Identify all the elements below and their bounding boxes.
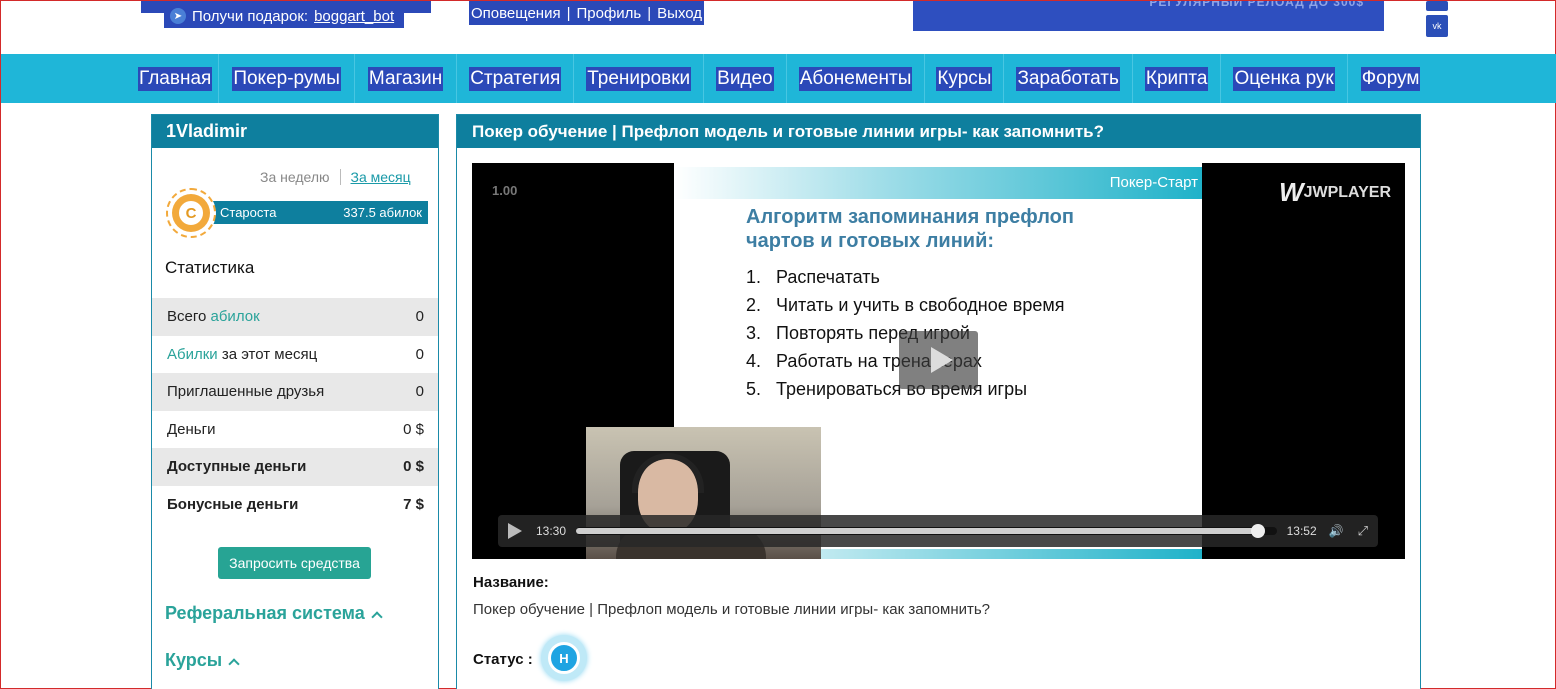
- stats-row-value: 7 $: [403, 495, 424, 513]
- nav-item[interactable]: Магазин: [355, 54, 458, 103]
- gift-bar: ➤ Получи подарок: boggart_bot: [164, 4, 404, 28]
- rank-value: 337.5 абилок: [343, 205, 422, 220]
- stats-row-label: Деньги: [167, 420, 216, 438]
- nav-item-label: Стратегия: [469, 66, 562, 91]
- stats-row: Всего абилок 0: [152, 298, 438, 336]
- stats-row-value: 0: [415, 308, 424, 326]
- elapsed-time: 13:30: [536, 524, 567, 538]
- rank-coin-icon: C: [166, 188, 216, 238]
- nav-item-label: Оценка рук: [1233, 66, 1335, 91]
- seek-handle[interactable]: [1250, 524, 1265, 538]
- nav-item[interactable]: Заработать: [1004, 54, 1133, 103]
- gift-label: Получи подарок:: [192, 7, 309, 25]
- slide-title: Алгоритм запоминания префлоп чартов и го…: [746, 206, 1074, 252]
- stats-row-label: Абилки за этот месяц: [167, 345, 318, 363]
- volume-icon[interactable]: 🔊: [1329, 524, 1344, 538]
- stats-row: Бонусные деньги 7 $: [152, 486, 438, 524]
- big-play-button[interactable]: [899, 331, 978, 389]
- stats-row-label: Приглашенные друзья: [167, 383, 325, 401]
- stats-row: Деньги 0 $: [152, 411, 438, 449]
- rank-name: Староста: [220, 205, 277, 220]
- rank-bar: Староста 337.5 абилок: [192, 201, 428, 224]
- jwplayer-icon: W: [1279, 177, 1303, 207]
- nav-item-label: Видео: [716, 66, 774, 91]
- nav-item[interactable]: Видео: [704, 54, 787, 103]
- nav-item-label: Крипта: [1144, 66, 1209, 91]
- status-label: Статус :: [473, 651, 533, 668]
- seek-progress: [576, 528, 1258, 534]
- stats-row-value: 0: [415, 383, 424, 401]
- request-funds-button[interactable]: Запросить средства: [218, 547, 371, 579]
- user-sidebar: 1Vladimir За неделю За месяц Староста 33…: [151, 114, 439, 689]
- stats-title: Статистика: [165, 258, 255, 277]
- slide-header: Покер-Старт: [1109, 174, 1198, 191]
- nav-item-label: Форум: [1360, 66, 1421, 91]
- nav-item-label: Главная: [138, 66, 213, 91]
- nav-item-label: Покер-румы: [232, 66, 341, 91]
- seek-bar[interactable]: [576, 524, 1277, 538]
- nav-item[interactable]: Тренировки: [574, 54, 705, 103]
- nav-item-label: Магазин: [367, 66, 444, 91]
- fullscreen-icon[interactable]: ⤢: [1358, 523, 1368, 539]
- nav-item[interactable]: Абонементы: [787, 54, 926, 103]
- stats-row-label: Бонусные деньги: [167, 495, 299, 513]
- stats-row-value: 0 $: [403, 420, 424, 438]
- stats-row-label: Доступные деньги: [167, 458, 307, 476]
- stats-row-value: 0 $: [403, 458, 424, 476]
- courses-accordion[interactable]: Курсы: [165, 650, 240, 671]
- profile-link[interactable]: Профиль: [576, 5, 641, 22]
- video-panel: Покер обучение | Префлоп модель и готовы…: [456, 114, 1421, 689]
- period-switch: За неделю За месяц: [260, 169, 411, 185]
- slide-list-item: 2. Читать и учить в свободное время: [746, 295, 1065, 315]
- logout-link[interactable]: Выход: [657, 5, 702, 22]
- video-player[interactable]: Покер-Старт Алгоритм запоминания префлоп…: [472, 163, 1405, 559]
- sidebar-username: 1Vladimir: [152, 115, 438, 148]
- notifications-link[interactable]: Оповещения: [471, 5, 561, 22]
- instagram-icon[interactable]: [1426, 1, 1448, 11]
- player-controls: 13:30 13:52 🔊 ⤢: [498, 515, 1378, 547]
- stats-row: Приглашенные друзья 0: [152, 373, 438, 411]
- period-month[interactable]: За месяц: [341, 169, 411, 185]
- chevron-up-icon: [228, 657, 240, 670]
- referral-accordion[interactable]: Реферальная система: [165, 603, 383, 624]
- nav-item[interactable]: Крипта: [1133, 54, 1222, 103]
- nav-item[interactable]: Стратегия: [457, 54, 575, 103]
- slide-list-item: 1. Распечатать: [746, 267, 880, 287]
- name-label: Название:: [473, 574, 549, 591]
- user-menu: Оповещения | Профиль | Выход: [469, 1, 705, 25]
- duration-time: 13:52: [1286, 524, 1317, 538]
- name-value: Покер обучение | Префлоп модель и готовы…: [473, 601, 991, 618]
- nav-item[interactable]: Оценка рук: [1221, 54, 1348, 103]
- chevron-up-icon: [371, 610, 383, 623]
- nav-item-label: Абонементы: [798, 66, 913, 91]
- nav-item[interactable]: Главная: [131, 54, 220, 103]
- banner-text: РЕГУЛЯРНЫЙ РЕЛОАД ДО 300$: [1149, 1, 1364, 9]
- telegram-icon: ➤: [170, 8, 186, 24]
- status-badge: Н: [541, 635, 587, 681]
- stats-row: Доступные деньги 0 $: [152, 448, 438, 486]
- nav-item[interactable]: Форум: [1348, 54, 1434, 103]
- stats-row-value: 0: [415, 345, 424, 363]
- video-title: Покер обучение | Префлоп модель и готовы…: [457, 115, 1420, 148]
- gift-bot-link[interactable]: boggart_bot: [314, 8, 394, 25]
- nav-item[interactable]: Курсы: [925, 54, 1005, 103]
- nav-item-label: Тренировки: [586, 66, 692, 91]
- promo-banner[interactable]: РЕГУЛЯРНЫЙ РЕЛОАД ДО 300$: [913, 1, 1384, 31]
- stats-row: Абилки за этот месяц 0: [152, 336, 438, 374]
- jwplayer-logo: W JWPLAYER: [1279, 177, 1391, 207]
- player-version: 1.00: [492, 183, 518, 198]
- stats-row-label: Всего абилок: [167, 308, 260, 326]
- nav-item[interactable]: Покер-румы: [219, 54, 355, 103]
- vk-icon[interactable]: vk: [1426, 15, 1448, 37]
- play-icon[interactable]: [508, 523, 522, 539]
- period-week[interactable]: За неделю: [260, 169, 341, 185]
- stats-table: Всего абилок 0 Абилки за этот месяц 0 Пригла…: [152, 298, 438, 523]
- main-nav: Главная Покер-румы Магазин Стратегия Трениро…: [1, 54, 1556, 103]
- nav-item-label: Курсы: [936, 66, 993, 91]
- nav-item-label: Заработать: [1016, 66, 1120, 91]
